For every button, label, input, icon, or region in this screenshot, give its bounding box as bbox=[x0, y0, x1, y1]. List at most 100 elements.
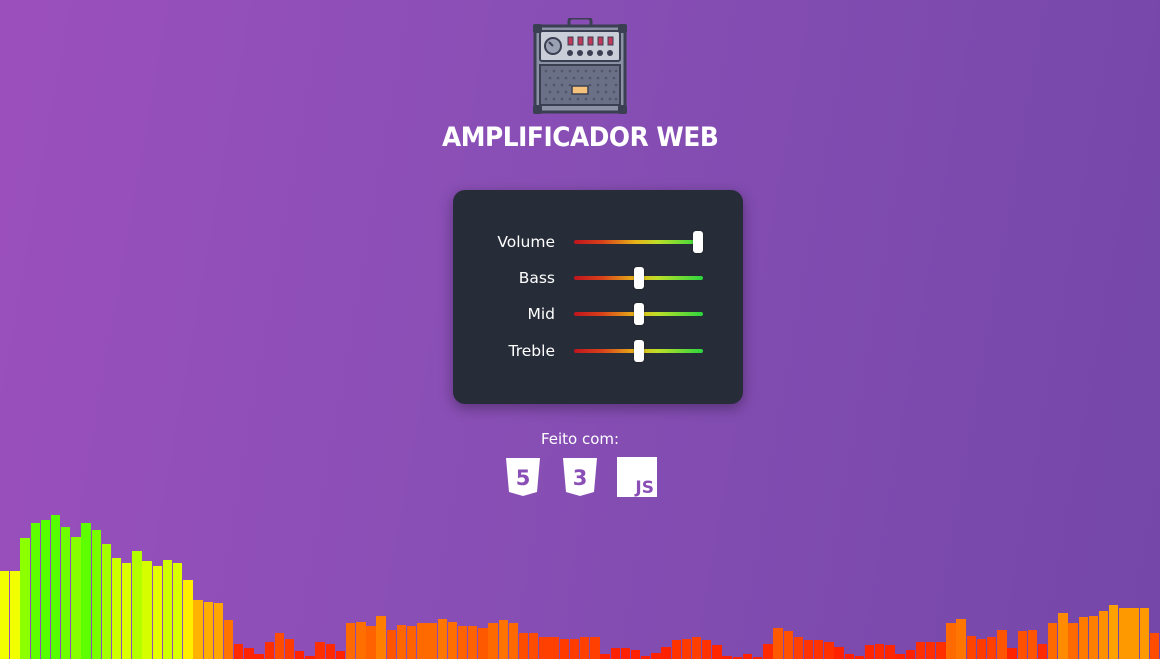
visualizer-bar bbox=[875, 643, 885, 659]
visualizer-bar bbox=[183, 579, 193, 659]
visualizer-bar bbox=[997, 629, 1007, 659]
visualizer-bar bbox=[580, 637, 590, 659]
visualizer-bar bbox=[81, 522, 91, 659]
volume-label: Volume bbox=[497, 233, 555, 251]
svg-text:JS: JS bbox=[634, 478, 654, 497]
visualizer-bar bbox=[915, 641, 926, 659]
visualizer-bar bbox=[864, 645, 875, 659]
visualizer-bar bbox=[40, 519, 51, 659]
volume-slider[interactable] bbox=[574, 230, 703, 254]
visualizer-bar bbox=[437, 618, 447, 659]
visualizer-bar bbox=[132, 550, 142, 659]
visualizer-bar bbox=[91, 530, 101, 659]
visualizer-bar bbox=[793, 637, 804, 659]
visualizer-bar bbox=[569, 638, 580, 659]
visualizer-bar bbox=[234, 643, 244, 659]
bass-slider[interactable] bbox=[574, 266, 703, 290]
volume-slider-thumb[interactable] bbox=[693, 231, 703, 253]
control-row-volume: Volume bbox=[453, 230, 743, 254]
visualizer-bar bbox=[488, 623, 498, 659]
credits-section: Feito com: 5 3 JS bbox=[0, 430, 1160, 497]
mid-slider-thumb[interactable] bbox=[633, 303, 644, 325]
svg-text:3: 3 bbox=[573, 466, 588, 490]
visualizer-bar bbox=[1068, 623, 1078, 659]
visualizer-bar bbox=[407, 626, 417, 659]
visualizer-bar bbox=[1058, 612, 1068, 659]
visualizer-bar bbox=[0, 570, 10, 659]
visualizer-bar bbox=[142, 561, 152, 659]
visualizer-bar bbox=[396, 624, 407, 659]
visualizer-bar bbox=[763, 643, 773, 659]
control-row-mid: Mid bbox=[453, 302, 743, 326]
css3-icon: 3 bbox=[563, 458, 597, 496]
visualizer-bar bbox=[315, 641, 325, 659]
visualizer-bar bbox=[71, 536, 81, 659]
visualizer-bar bbox=[254, 654, 264, 659]
visualizer-bar bbox=[284, 638, 295, 659]
visualizer-bar bbox=[712, 645, 722, 659]
visualizer-bar bbox=[661, 646, 671, 659]
visualizer-bar bbox=[498, 620, 508, 659]
visualizer-bar bbox=[61, 527, 71, 659]
treble-label: Treble bbox=[508, 342, 555, 360]
visualizer-bar bbox=[30, 522, 40, 659]
visualizer-bar bbox=[386, 629, 397, 659]
visualizer-bar bbox=[1078, 617, 1088, 659]
guitar-amplifier-icon bbox=[533, 18, 627, 114]
visualizer-bar bbox=[895, 654, 905, 659]
visualizer-bar bbox=[1149, 632, 1160, 659]
visualizer-bar bbox=[1037, 643, 1048, 659]
visualizer-bar bbox=[172, 562, 183, 659]
audio-visualizer bbox=[0, 499, 1160, 659]
visualizer-bar bbox=[529, 632, 539, 659]
visualizer-bar bbox=[610, 648, 620, 659]
visualizer-bar bbox=[885, 645, 895, 659]
treble-slider-thumb[interactable] bbox=[633, 340, 644, 362]
visualizer-bar bbox=[203, 601, 213, 659]
visualizer-bar bbox=[1129, 607, 1139, 659]
mid-label: Mid bbox=[527, 305, 555, 323]
visualizer-bar bbox=[681, 638, 692, 659]
visualizer-bar bbox=[122, 562, 132, 659]
visualizer-bar bbox=[152, 566, 162, 659]
credits-label: Feito com: bbox=[540, 430, 620, 448]
treble-slider[interactable] bbox=[574, 339, 703, 363]
visualizer-bar bbox=[50, 514, 61, 659]
visualizer-bar bbox=[814, 640, 824, 659]
bass-slider-thumb[interactable] bbox=[633, 267, 644, 289]
visualizer-bar bbox=[651, 652, 661, 659]
visualizer-bar bbox=[417, 623, 427, 659]
visualizer-bar bbox=[803, 640, 814, 659]
visualizer-bar bbox=[101, 544, 112, 659]
visualizer-bar bbox=[1088, 615, 1099, 659]
app-header: AMPLIFICADOR WEB bbox=[0, 18, 1160, 153]
visualizer-bar bbox=[946, 623, 956, 659]
svg-text:5: 5 bbox=[516, 466, 531, 490]
visualizer-bar bbox=[1139, 607, 1150, 659]
visualizer-bar bbox=[457, 626, 468, 659]
visualizer-bar bbox=[264, 641, 274, 659]
visualizer-bar bbox=[987, 637, 997, 659]
visualizer-bar bbox=[427, 623, 437, 659]
visualizer-bar bbox=[976, 638, 987, 659]
visualizer-bar bbox=[590, 637, 600, 659]
equalizer-panel: Volume Bass Mid Treble bbox=[453, 190, 743, 404]
tech-icons: 5 3 JS bbox=[0, 457, 1160, 497]
javascript-icon: JS bbox=[617, 457, 657, 497]
visualizer-bar bbox=[335, 651, 346, 659]
visualizer-bar bbox=[295, 651, 305, 659]
visualizer-bar bbox=[1007, 648, 1017, 659]
control-row-bass: Bass bbox=[453, 266, 743, 290]
visualizer-bar bbox=[773, 628, 783, 659]
visualizer-bar bbox=[274, 632, 285, 659]
volume-slider-track[interactable] bbox=[574, 240, 703, 244]
visualizer-bar bbox=[559, 638, 570, 659]
visualizer-bar bbox=[1098, 610, 1109, 659]
visualizer-bar bbox=[376, 615, 386, 659]
visualizer-bar bbox=[742, 654, 753, 659]
mid-slider[interactable] bbox=[574, 302, 703, 326]
visualizer-bar bbox=[783, 631, 793, 659]
bass-label: Bass bbox=[518, 269, 555, 287]
visualizer-bar bbox=[345, 623, 356, 659]
visualizer-bar bbox=[1017, 631, 1027, 659]
